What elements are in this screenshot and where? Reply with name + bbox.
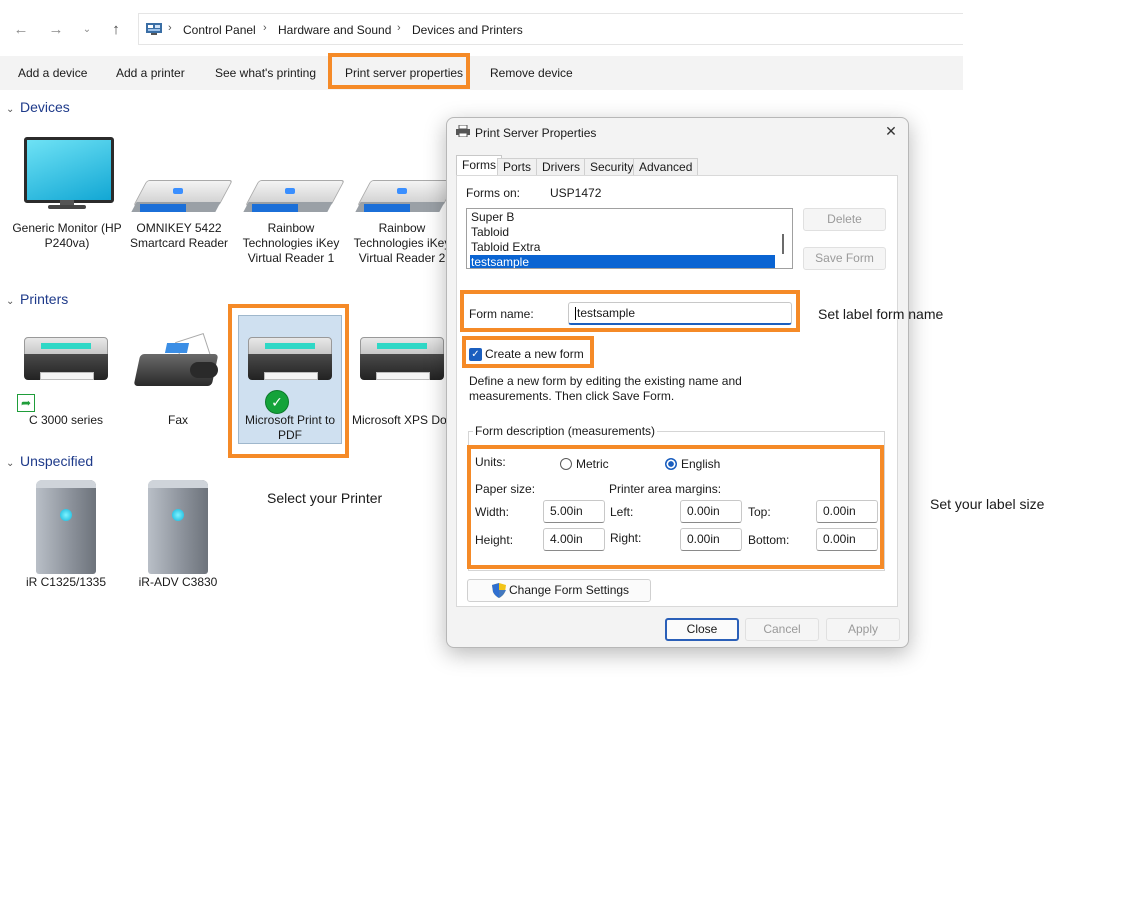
add-device-button[interactable]: Add a device	[18, 66, 87, 80]
group-unspecified-label: Unspecified	[20, 453, 94, 469]
remove-device-button[interactable]: Remove device	[490, 66, 573, 80]
breadcrumb-separator-icon: ›	[168, 22, 172, 34]
tab-security[interactable]: Security	[584, 158, 640, 175]
monitor-icon	[24, 137, 114, 203]
change-form-settings-button[interactable]: Change Form Settings	[467, 579, 651, 602]
address-bar[interactable]: › Control Panel › Hardware and Sound › D…	[138, 13, 963, 45]
up-arrow-icon[interactable]: ↑	[104, 18, 128, 42]
highlight-create-new-form	[462, 336, 594, 368]
reader-card-slot	[364, 204, 410, 212]
recent-chevron-down-icon[interactable]: ⌄	[75, 18, 99, 42]
tab-drivers[interactable]: Drivers	[536, 158, 586, 175]
chevron-down-icon: ⌄	[6, 296, 15, 307]
device-label: iR C1325/1335	[25, 575, 107, 589]
uac-shield-icon	[492, 583, 506, 598]
see-whats-printing-button[interactable]: See what's printing	[215, 66, 316, 80]
add-printer-button[interactable]: Add a printer	[116, 66, 185, 80]
printer-paper	[376, 372, 430, 380]
shared-arrow-icon: ➦	[17, 394, 35, 412]
change-form-settings-label: Change Form Settings	[509, 583, 630, 597]
tower-led	[60, 509, 72, 521]
forms-list[interactable]: Super B Tabloid Tabloid Extra testsample	[466, 208, 793, 269]
printer-label: Microsoft XPS Document Writer	[352, 413, 522, 427]
device-label: iR-ADV C3830	[138, 575, 218, 589]
tower-top	[148, 480, 208, 488]
printer-slot	[377, 343, 427, 349]
list-item[interactable]: Super B	[470, 210, 775, 225]
device-label: Rainbow Technologies iKey Virtual Reader…	[242, 221, 340, 265]
printer-paper	[40, 372, 94, 380]
reader-card-slot	[140, 204, 186, 212]
close-icon[interactable]: ✕	[882, 122, 900, 140]
cancel-button[interactable]: Cancel	[745, 618, 819, 641]
tab-advanced[interactable]: Advanced	[633, 158, 699, 175]
tower-device-icon	[148, 480, 208, 574]
tab-ports[interactable]: Ports	[497, 158, 538, 175]
breadcrumb-separator-icon: ›	[263, 22, 267, 34]
chevron-down-icon: ⌄	[6, 104, 15, 115]
breadcrumb-control-panel[interactable]: Control Panel	[183, 23, 256, 37]
reader-led	[285, 188, 295, 194]
reader-led	[173, 188, 183, 194]
printer-label: C 3000 series	[28, 413, 104, 427]
group-header-devices[interactable]: ⌄ Devices	[6, 99, 70, 115]
highlight-form-name	[460, 290, 800, 332]
printer-title-icon	[456, 125, 470, 137]
printer-slot	[41, 343, 91, 349]
breadcrumb-hardware-and-sound[interactable]: Hardware and Sound	[278, 23, 391, 37]
forward-arrow-icon[interactable]: →	[44, 18, 68, 42]
tab-forms[interactable]: Forms	[456, 155, 502, 176]
tower-device-icon	[36, 480, 96, 574]
apply-button[interactable]: Apply	[826, 618, 900, 641]
device-label: OMNIKEY 5422 Smartcard Reader	[129, 221, 229, 250]
list-item-selected[interactable]: testsample	[470, 255, 775, 268]
forms-on-label: Forms on:	[466, 186, 521, 200]
tower-led	[172, 509, 184, 521]
highlight-selected-printer	[228, 304, 349, 458]
callout-set-form-name: Set label form name	[818, 306, 944, 322]
group-printers-label: Printers	[20, 291, 69, 307]
list-item[interactable]: Tabloid Extra	[470, 240, 775, 255]
group-devices-label: Devices	[20, 99, 70, 115]
forms-on-value: USP1472	[550, 186, 602, 200]
fax-screen	[164, 343, 190, 353]
monitor-base	[48, 205, 86, 209]
tower-top	[36, 480, 96, 488]
breadcrumb-separator-icon: ›	[397, 22, 401, 34]
highlight-print-server-properties	[328, 53, 470, 89]
control-panel-icon	[146, 23, 162, 35]
callout-set-label-size: Set your label size	[930, 496, 1045, 512]
device-label: Rainbow Technologies iKey Virtual Reader…	[353, 221, 451, 265]
reader-led	[397, 188, 407, 194]
group-header-printers[interactable]: ⌄ Printers	[6, 291, 68, 307]
list-scrollbar[interactable]	[782, 234, 784, 254]
reader-card-slot	[252, 204, 298, 212]
define-form-help-text: Define a new form by editing the existin…	[469, 374, 742, 403]
close-button[interactable]: Close	[665, 618, 739, 641]
dialog-title: Print Server Properties	[475, 126, 597, 140]
command-bar: Add a device Add a printer See what's pr…	[0, 56, 963, 90]
printer-label: Fax	[167, 413, 188, 427]
device-label: Generic Monitor (HP P240va)	[12, 221, 122, 250]
back-arrow-icon[interactable]: ←	[9, 18, 33, 42]
form-description-title: Form description (measurements)	[473, 424, 658, 438]
delete-button[interactable]: Delete	[803, 208, 886, 231]
group-header-unspecified[interactable]: ⌄ Unspecified	[6, 453, 93, 469]
chevron-down-icon: ⌄	[6, 458, 15, 469]
callout-select-printer: Select your Printer	[267, 490, 383, 506]
fax-handset	[190, 362, 218, 378]
highlight-label-size	[467, 445, 884, 569]
list-item[interactable]: Tabloid	[470, 225, 775, 240]
breadcrumb-devices-and-printers[interactable]: Devices and Printers	[412, 23, 523, 37]
save-form-button[interactable]: Save Form	[803, 247, 886, 270]
